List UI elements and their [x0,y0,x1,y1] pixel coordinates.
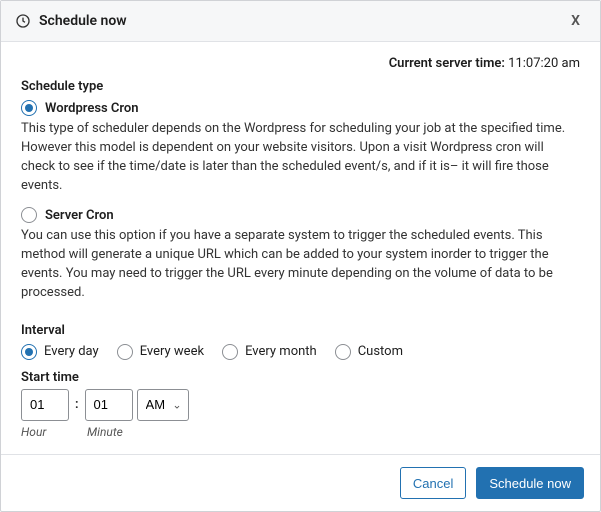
interval-every-week[interactable]: Every week [117,344,204,360]
hour-sublabel: Hour [21,425,69,439]
minute-input[interactable] [85,389,133,421]
modal-footer: Cancel Schedule now [1,454,600,511]
interval-custom[interactable]: Custom [335,344,403,360]
time-colon: : [73,397,81,412]
radio-wordpress-cron[interactable] [21,100,37,116]
interval-label: Interval [21,323,580,338]
server-time: Current server time: 11:07:20 am [21,56,580,71]
modal-title: Schedule now [39,13,565,29]
interval-options: Every day Every week Every month Custom [21,344,580,360]
start-time-row: : AM ⌄ [21,389,580,421]
schedule-type-label: Schedule type [21,79,580,94]
modal-body: Current server time: 11:07:20 am Schedul… [1,42,600,454]
modal-header: Schedule now X [1,1,600,42]
close-button[interactable]: X [565,11,586,31]
schedule-type-server: Server Cron You can use this option if y… [21,207,580,302]
radio-server-cron-label[interactable]: Server Cron [45,208,114,223]
start-time-label: Start time [21,370,580,385]
hour-input[interactable] [21,389,69,421]
radio-wordpress-cron-label[interactable]: Wordpress Cron [45,101,139,116]
time-sub-labels: Hour Minute [21,425,580,439]
wordpress-cron-desc: This type of scheduler depends on the Wo… [21,120,580,195]
ampm-select[interactable]: AM [137,389,189,421]
interval-section: Interval Every day Every week Every mont… [21,323,580,439]
interval-every-month[interactable]: Every month [222,344,317,360]
server-cron-desc: You can use this option if you have a se… [21,227,580,302]
interval-every-day[interactable]: Every day [21,344,99,360]
radio-server-cron[interactable] [21,207,37,223]
minute-sublabel: Minute [87,425,135,439]
schedule-modal: Schedule now X Current server time: 11:0… [0,0,601,512]
schedule-type-wordpress: Wordpress Cron This type of scheduler de… [21,100,580,195]
schedule-now-button[interactable]: Schedule now [476,467,584,499]
server-time-label: Current server time: [389,56,505,71]
cancel-button[interactable]: Cancel [400,467,466,499]
server-time-value: 11:07:20 am [508,56,580,71]
clock-icon [15,13,31,29]
